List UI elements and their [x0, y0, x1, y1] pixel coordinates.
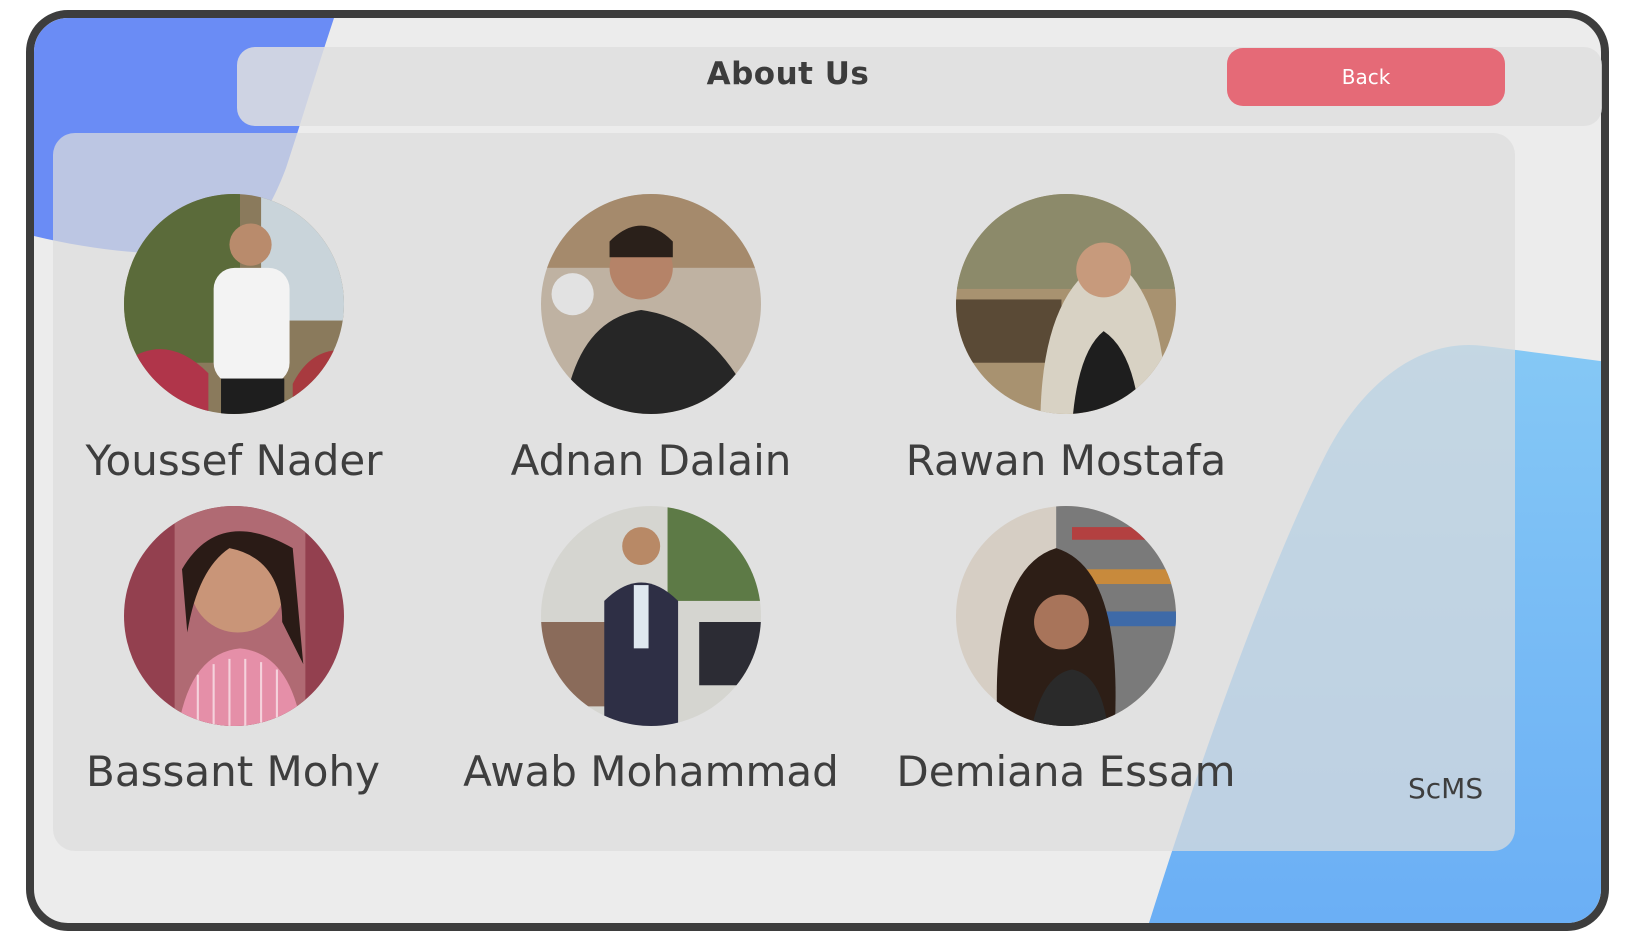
- member-name: Youssef Nader: [85, 436, 383, 485]
- member-name: Awab Mohammad: [463, 747, 839, 796]
- member-name: Demiana Essam: [896, 747, 1236, 796]
- member-photo-adnan: [541, 194, 761, 414]
- member-photo-bassant: [124, 506, 344, 726]
- member-photo-youssef: [124, 194, 344, 414]
- back-button[interactable]: Back: [1227, 48, 1505, 106]
- member-photo-demiana: [956, 506, 1176, 726]
- member-photo-rawan: [956, 194, 1176, 414]
- member-name: Rawan Mostafa: [905, 436, 1227, 485]
- brand-label: ScMS: [1408, 772, 1484, 805]
- member-photo-awab: [541, 506, 761, 726]
- member-name: Adnan Dalain: [510, 436, 792, 485]
- member-name: Bassant Mohy: [86, 747, 380, 796]
